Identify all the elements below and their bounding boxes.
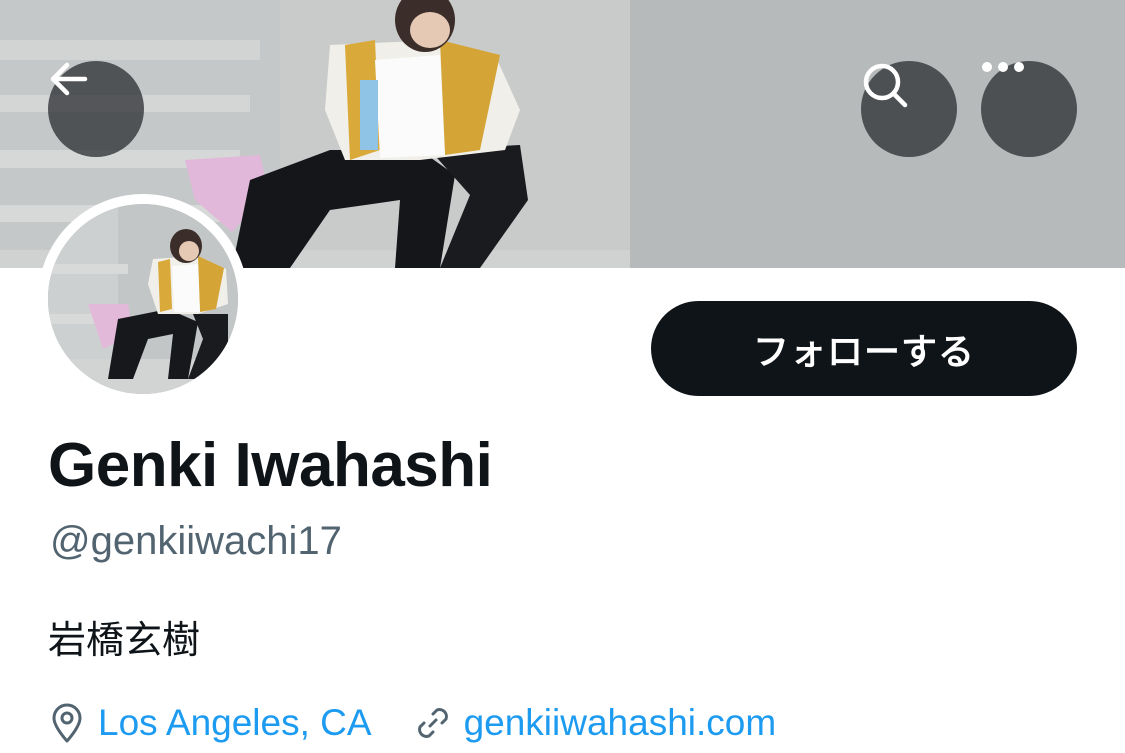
avatar[interactable] xyxy=(38,194,248,404)
more-options-button[interactable] xyxy=(981,61,1077,157)
website-link[interactable]: genkiiwahashi.com xyxy=(414,695,777,751)
bio: 岩橋玄樹 xyxy=(48,618,201,662)
website-text: genkiiwahashi.com xyxy=(463,702,777,743)
profile-meta: Los Angeles, CA genkiiwahashi.com xyxy=(50,693,776,753)
location: Los Angeles, CA xyxy=(50,695,372,751)
search-button[interactable] xyxy=(861,61,957,157)
follow-button-label: フォローする xyxy=(752,331,975,373)
location-pin-icon xyxy=(50,703,84,743)
follow-button[interactable]: フォローする xyxy=(651,301,1077,396)
location-text: Los Angeles, CA xyxy=(98,702,372,743)
avatar-image xyxy=(48,204,238,394)
username-handle: @genkiiwachi17 xyxy=(50,519,342,563)
back-button[interactable] xyxy=(48,61,144,157)
link-icon xyxy=(414,704,452,742)
display-name: Genki Iwahashi xyxy=(48,431,493,500)
